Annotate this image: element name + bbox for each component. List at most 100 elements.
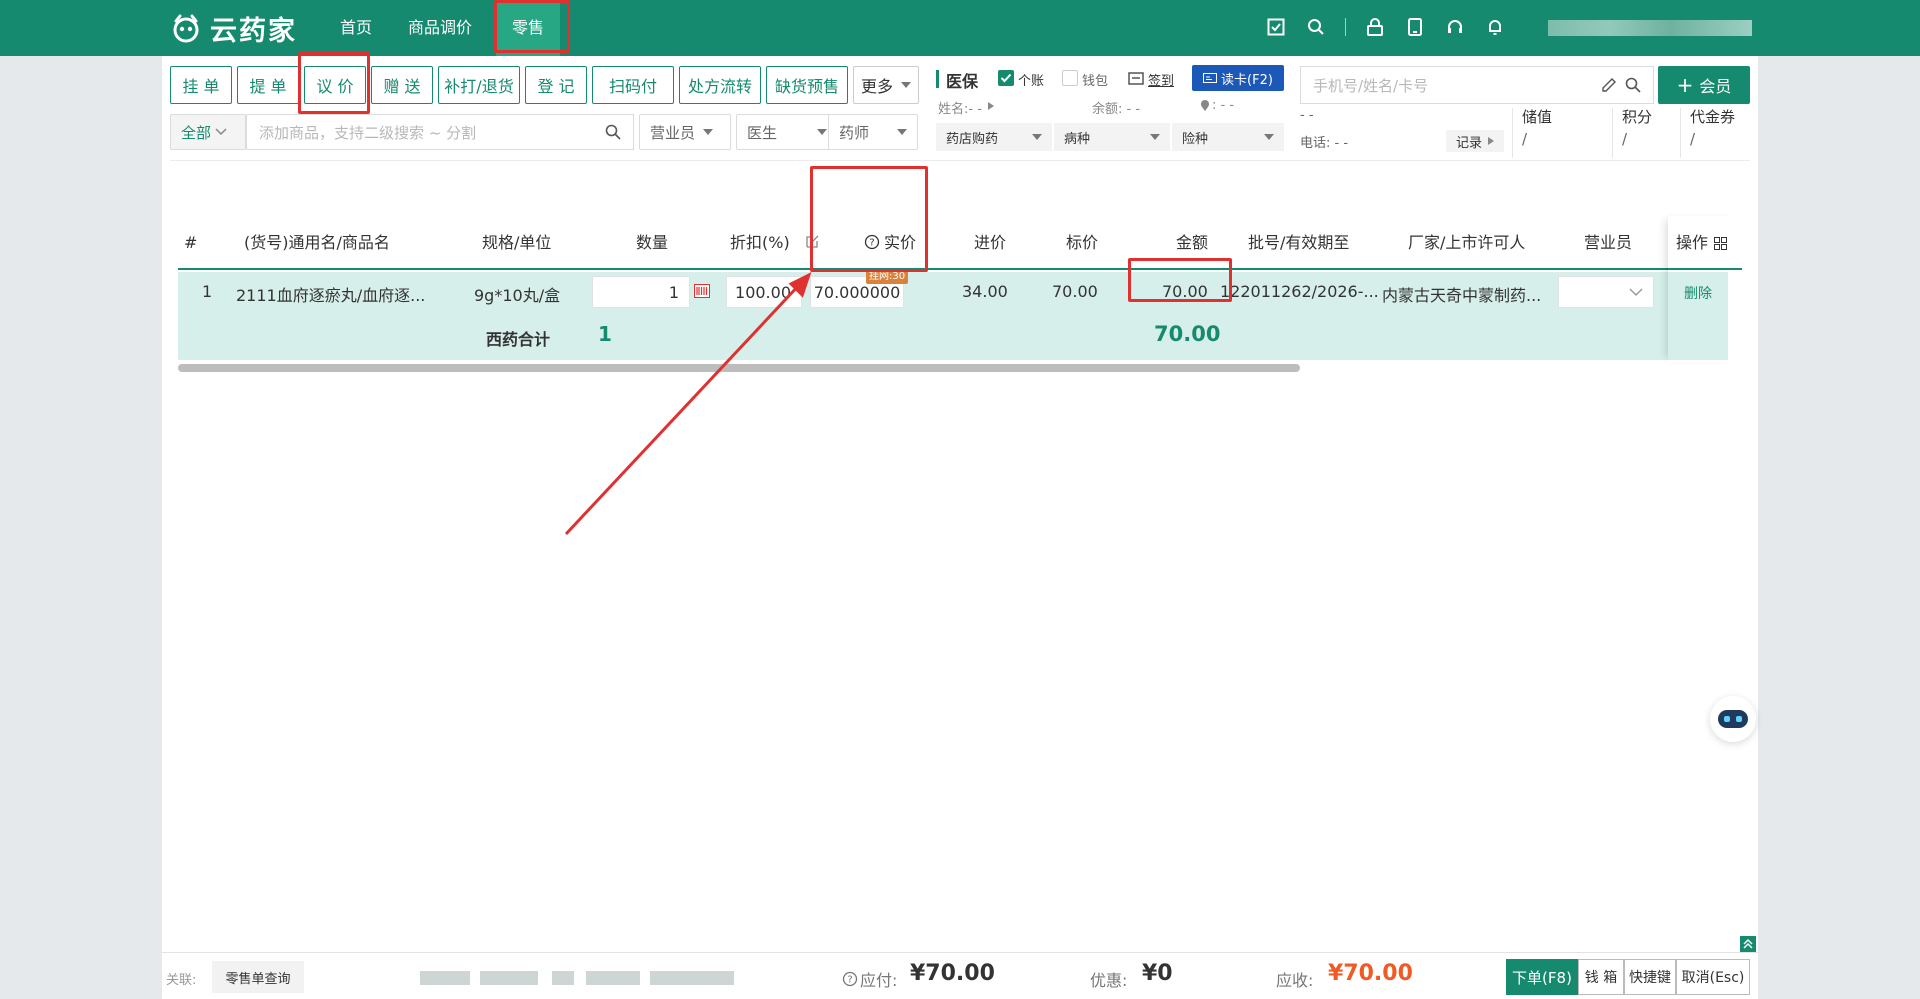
cancel-button[interactable]: 取消(Esc) <box>1676 959 1750 995</box>
payable-value: ¥70.00 <box>910 961 995 986</box>
online-price-tag: 挂网:30 <box>866 270 909 284</box>
row-maker: 内蒙古天奇中蒙制药... <box>1382 286 1542 305</box>
robot-icon <box>1718 710 1748 728</box>
retrieve-order-button[interactable]: 提 单 <box>237 66 299 104</box>
stored-value-label: 储值 <box>1522 108 1553 126</box>
collapse-up-button[interactable] <box>1740 936 1756 952</box>
user-info-blurred[interactable] <box>1548 20 1752 36</box>
nav-home[interactable]: 首页 <box>324 0 388 56</box>
discount-value: 100.00 <box>735 282 791 302</box>
blurred-info <box>552 971 574 985</box>
pharmacist-select[interactable]: 药师 <box>828 114 918 150</box>
help-icon[interactable]: ? <box>842 971 858 987</box>
col-sales: 营业员 <box>1584 233 1633 252</box>
divider <box>170 160 1750 161</box>
doctor-label: 医生 <box>747 123 778 142</box>
insurance-title: 医保 <box>946 72 979 91</box>
prescription-transfer-button[interactable]: 处方流转 <box>679 66 761 104</box>
record-button[interactable]: 记录 <box>1446 130 1504 152</box>
product-search-input[interactable]: 添加商品，支持二级搜索 ~ 分割 <box>246 114 634 150</box>
row-index: 1 <box>202 282 213 301</box>
category-select[interactable]: 全部 <box>170 114 246 150</box>
sales-label: 营业员 <box>650 123 696 142</box>
pharmacist-label: 药师 <box>839 123 870 142</box>
subtotal-amount: 70.00 <box>1154 322 1221 346</box>
link-label: 关联: <box>166 973 197 988</box>
row-sales-select[interactable] <box>1558 276 1654 308</box>
chevron-down-icon <box>1264 134 1274 140</box>
shortcut-button[interactable]: 快捷键 <box>1624 959 1676 995</box>
sales-select[interactable]: 营业员 <box>639 114 731 150</box>
insurance-marker <box>936 70 939 88</box>
hold-order-button[interactable]: 挂 单 <box>170 66 232 104</box>
fixed-column-shadow <box>1668 216 1738 362</box>
edit-icon[interactable] <box>806 234 820 248</box>
svg-text:?: ? <box>869 238 874 249</box>
edit-icon[interactable] <box>1601 77 1617 93</box>
receivable-label: 应收: <box>1276 971 1314 990</box>
personal-account-checkbox[interactable] <box>998 70 1014 86</box>
points-value: / <box>1622 130 1628 148</box>
register-button[interactable]: 登 记 <box>525 66 587 104</box>
insurance-type-select[interactable]: 险种 <box>1172 123 1284 151</box>
place-order-button[interactable]: 下单(F8) <box>1506 959 1578 995</box>
headset-icon[interactable] <box>1444 16 1466 38</box>
nav-retail[interactable]: 零售 <box>496 0 561 56</box>
personal-account-label: 个账 <box>1018 74 1045 89</box>
search-icon[interactable] <box>1305 16 1327 38</box>
table-header: # (货号)通用名/商品名 规格/单位 数量 折扣(%) ? 实价 进价 标价 … <box>178 216 1742 270</box>
cash-drawer-button[interactable]: 钱 箱 <box>1578 959 1624 995</box>
barcode-icon[interactable] <box>694 284 710 298</box>
card-icon <box>1203 73 1218 83</box>
caret-right-icon <box>988 102 994 110</box>
row-list-price: 70.00 <box>1052 282 1098 301</box>
presale-button[interactable]: 缺货预售 <box>766 66 848 104</box>
reprint-return-button[interactable]: 补打/退货 <box>438 66 520 104</box>
col-discount: 折扣(%) <box>730 233 790 252</box>
member-search-input[interactable]: 手机号/姓名/卡号 <box>1300 66 1654 104</box>
add-member-button[interactable]: + 会员 <box>1658 66 1750 104</box>
assistant-button[interactable] <box>1710 696 1756 742</box>
search-icon[interactable] <box>605 124 621 140</box>
row-cost: 34.00 <box>962 282 1008 301</box>
doctor-select[interactable]: 医生 <box>736 114 838 150</box>
nav-price-adjust[interactable]: 商品调价 <box>392 0 488 56</box>
scan-pay-button[interactable]: 扫码付 <box>592 66 674 104</box>
checkbox-icon[interactable] <box>1265 16 1287 38</box>
more-label: 更多 <box>860 77 893 96</box>
logo-text: 云药家 <box>210 15 297 47</box>
svg-text:?: ? <box>847 975 852 986</box>
stored-value: / <box>1522 130 1528 148</box>
gift-button[interactable]: 赠 送 <box>371 66 433 104</box>
divider <box>1680 108 1681 158</box>
tablet-icon[interactable] <box>1404 16 1426 38</box>
lock-icon[interactable] <box>1364 16 1386 38</box>
read-card-button[interactable]: 读卡(F2) <box>1192 65 1284 91</box>
main-card: 挂 单 提 单 议 价 赠 送 补打/退货 登 记 扫码付 处方流转 缺货预售 … <box>162 56 1758 999</box>
bell-icon[interactable] <box>1484 16 1506 38</box>
horizontal-scrollbar[interactable] <box>178 364 1300 372</box>
qty-input[interactable]: 1 <box>592 276 690 308</box>
wallet-checkbox[interactable] <box>1062 70 1078 86</box>
col-spec: 规格/单位 <box>482 233 552 252</box>
row-spec: 9g*10丸/盒 <box>474 286 561 305</box>
help-icon[interactable]: ? <box>864 234 880 250</box>
search-icon[interactable] <box>1625 77 1641 93</box>
record-label: 记录 <box>1455 135 1482 151</box>
signin-link[interactable]: 签到 <box>1148 70 1174 89</box>
retail-query-button[interactable]: 零售单查询 <box>212 961 304 993</box>
discount-value: ¥0 <box>1142 961 1173 986</box>
purchase-type-value: 药店购药 <box>946 131 999 147</box>
purchase-type-select[interactable]: 药店购药 <box>936 123 1052 151</box>
category-value: 全部 <box>181 123 212 142</box>
chevron-down-icon <box>897 129 907 135</box>
more-button[interactable]: 更多 <box>853 66 919 104</box>
nav-icons <box>1265 16 1506 38</box>
table-row[interactable]: 1 2111血府逐瘀丸/血府逐... 9g*10丸/盒 1 100.00 70.… <box>178 270 1728 312</box>
negotiate-price-button[interactable]: 议 价 <box>304 66 366 104</box>
disease-select[interactable]: 病种 <box>1054 123 1170 151</box>
col-index: # <box>184 233 198 252</box>
plus-icon: + <box>1676 73 1694 97</box>
discount-input[interactable]: 100.00 <box>726 276 802 308</box>
insurance-location: : - - <box>1212 98 1235 113</box>
